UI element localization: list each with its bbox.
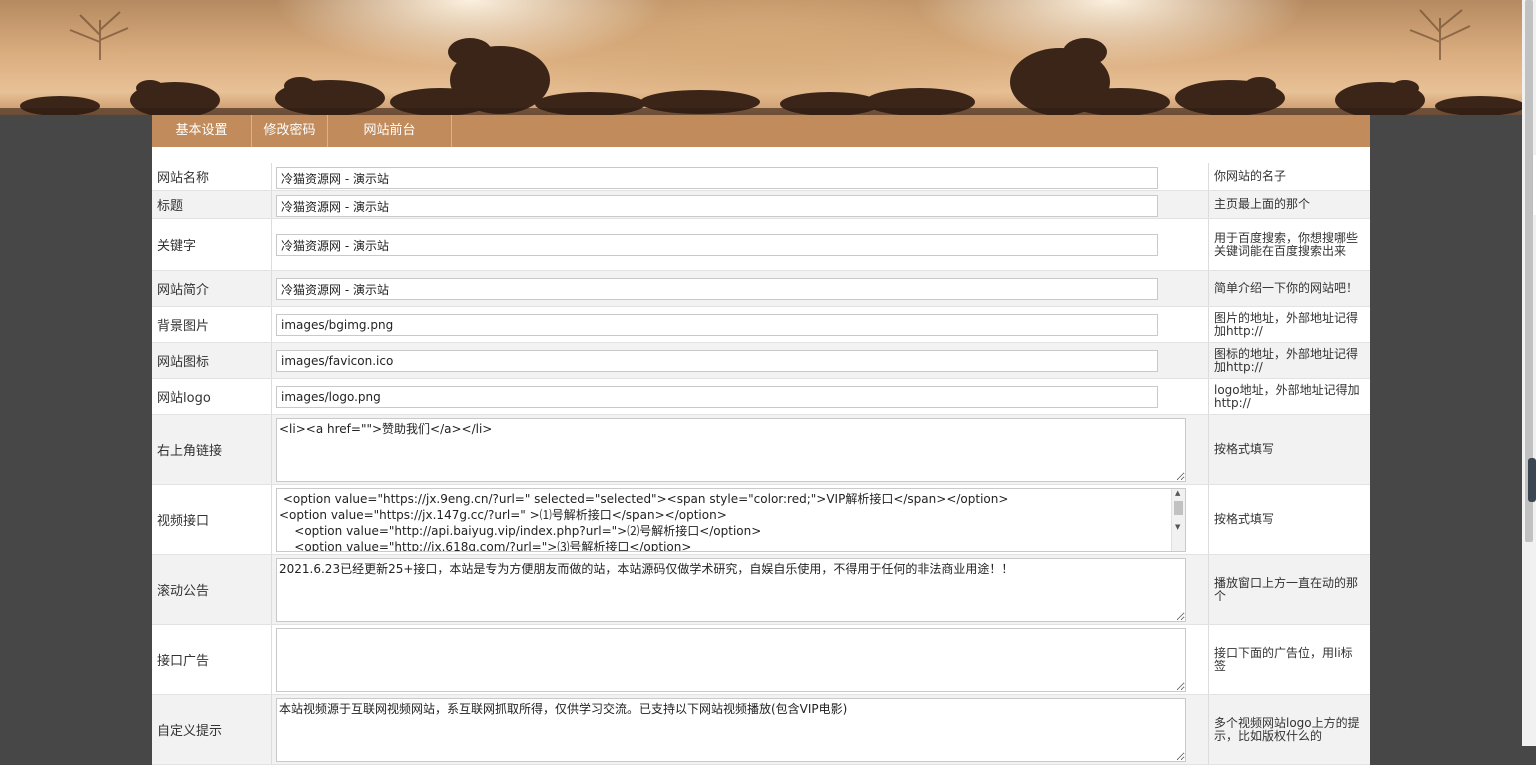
- video-api-scrollbar-thumb[interactable]: [1174, 501, 1183, 515]
- row-label: 网站logo: [152, 379, 272, 414]
- row-label: 网站简介: [152, 271, 272, 306]
- logo-input[interactable]: [276, 386, 1158, 408]
- page-scrollbar-marker: [1532, 155, 1536, 215]
- row-hint: 图标的地址，外部地址记得加http://: [1208, 343, 1370, 378]
- favicon-input[interactable]: [276, 350, 1158, 372]
- row-label: 标题: [152, 191, 272, 218]
- row-label: 视频接口: [152, 485, 272, 554]
- form-row-favicon: 网站图标 图标的地址，外部地址记得加http://: [152, 343, 1370, 379]
- site-name-input[interactable]: [276, 167, 1158, 189]
- background-image-input[interactable]: [276, 314, 1158, 336]
- row-hint: 按格式填写: [1208, 485, 1370, 554]
- form-row-keywords: 关键字 用于百度搜索，你想搜哪些关键词能在百度搜索出来: [152, 219, 1370, 271]
- form-row-site-name: 网站名称 你网站的名子: [152, 163, 1370, 191]
- row-label: 接口广告: [152, 625, 272, 694]
- keywords-input[interactable]: [276, 234, 1158, 256]
- video-api-textarea-scrollbar[interactable]: ▲ ▼: [1171, 489, 1185, 551]
- form-row-custom-tip: 自定义提示 本站视频源于互联网视频网站，系互联网抓取所得，仅供学习交流。已支持以…: [152, 695, 1370, 765]
- admin-nav-bar: 基本设置 修改密码 网站前台: [152, 115, 1370, 147]
- row-hint: 用于百度搜索，你想搜哪些关键词能在百度搜索出来: [1208, 219, 1370, 270]
- row-label: 网站图标: [152, 343, 272, 378]
- scroll-up-arrow-icon[interactable]: ▲: [1175, 489, 1180, 497]
- row-hint: 简单介绍一下你的网站吧！: [1208, 271, 1370, 306]
- form-row-api-ad: 接口广告 接口下面的广告位，用li标签: [152, 625, 1370, 695]
- row-label: 背景图片: [152, 307, 272, 342]
- row-hint: logo地址，外部地址记得加http://: [1208, 379, 1370, 414]
- form-row-video-api: 视频接口 <option value="https://jx.9eng.cn/?…: [152, 485, 1370, 555]
- row-hint: 你网站的名子: [1208, 163, 1370, 190]
- video-api-textarea[interactable]: <option value="https://jx.9eng.cn/?url="…: [276, 488, 1186, 552]
- row-hint: 接口下面的广告位，用li标签: [1208, 625, 1370, 694]
- description-input[interactable]: [276, 278, 1158, 300]
- form-row-logo: 网站logo logo地址，外部地址记得加http://: [152, 379, 1370, 415]
- form-row-background-image: 背景图片 图片的地址，外部地址记得加http://: [152, 307, 1370, 343]
- header-banner: [0, 0, 1522, 115]
- page-scrollbar[interactable]: [1522, 0, 1536, 746]
- row-label: 右上角链接: [152, 415, 272, 484]
- title-input[interactable]: [276, 195, 1158, 217]
- api-ad-textarea[interactable]: [276, 628, 1186, 692]
- row-label: 关键字: [152, 219, 272, 270]
- form-row-top-right-links: 右上角链接 <li><a href="">赞助我们</a></li> 按格式填写: [152, 415, 1370, 485]
- row-label: 网站名称: [152, 163, 272, 190]
- custom-tip-textarea[interactable]: 本站视频源于互联网视频网站，系互联网抓取所得，仅供学习交流。已支持以下网站视频播…: [276, 698, 1186, 762]
- top-right-links-textarea[interactable]: <li><a href="">赞助我们</a></li>: [276, 418, 1186, 482]
- nav-item-site-frontend[interactable]: 网站前台: [328, 115, 452, 147]
- form-row-scrolling-notice: 滚动公告 2021.6.23已经更新25+接口，本站是专为方便朋友而做的站，本站…: [152, 555, 1370, 625]
- row-hint: 播放窗口上方一直在动的那个: [1208, 555, 1370, 624]
- nav-item-change-password[interactable]: 修改密码: [252, 115, 328, 147]
- row-hint: 多个视频网站logo上方的提示，比如版权什么的: [1208, 695, 1370, 764]
- row-hint: 按格式填写: [1208, 415, 1370, 484]
- row-label: 滚动公告: [152, 555, 272, 624]
- form-row-description: 网站简介 简单介绍一下你的网站吧！: [152, 271, 1370, 307]
- row-hint: 主页最上面的那个: [1208, 191, 1370, 218]
- scrolling-notice-textarea[interactable]: 2021.6.23已经更新25+接口，本站是专为方便朋友而做的站，本站源码仅做学…: [276, 558, 1186, 622]
- form-row-title: 标题 主页最上面的那个: [152, 191, 1370, 219]
- banner-artwork: [0, 9, 1522, 115]
- row-label: 自定义提示: [152, 695, 272, 764]
- nav-spacer: [152, 147, 1370, 163]
- scroll-down-arrow-icon[interactable]: ▼: [1175, 523, 1180, 531]
- row-hint: 图片的地址，外部地址记得加http://: [1208, 307, 1370, 342]
- floating-side-handle[interactable]: [1528, 458, 1536, 502]
- nav-item-basic-settings[interactable]: 基本设置: [152, 115, 252, 147]
